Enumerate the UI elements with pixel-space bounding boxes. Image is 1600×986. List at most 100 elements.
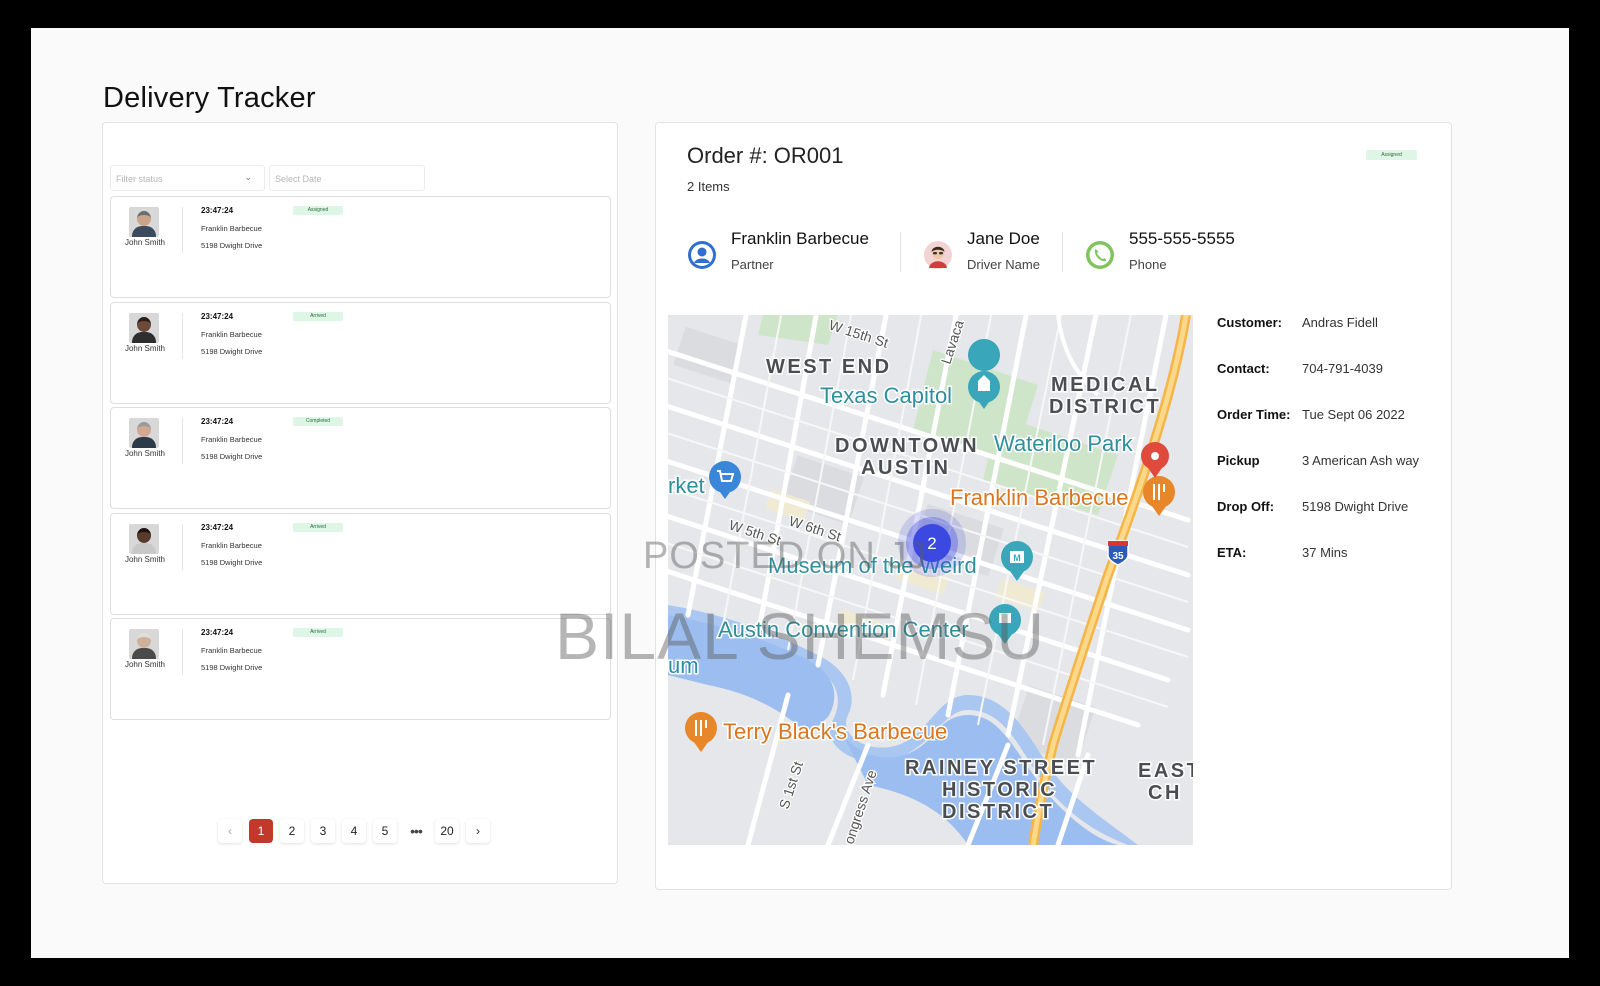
app-screen: Delivery Tracker Filter status ⌄ Select … [31,28,1569,958]
avatar-body [132,226,156,237]
map-label-rainey: RAINEY STREET [905,757,1097,779]
map-label-east: EAST [1138,760,1193,782]
order-card[interactable]: John Smith23:47:24Franklin Barbecue5198 … [110,196,611,298]
chevron-down-icon: ⌄ [244,172,252,183]
order-detail-panel: Order #: OR001 2 Items Assigned Franklin… [655,122,1452,890]
pagination-ellipsis[interactable]: ••• [404,819,428,843]
order-address: 5198 Dwight Drive [201,663,262,672]
phone-label: Phone [1129,257,1167,272]
page-title: Delivery Tracker [103,82,316,115]
divider [182,207,183,253]
page-button-5[interactable]: 5 [373,819,397,843]
driver-name: John Smith [123,660,167,669]
detail-value: Andras Fidell [1302,315,1378,330]
order-address: 5198 Dwight Drive [201,558,262,567]
avatar-head [137,422,151,437]
map-label-franklin: Franklin Barbecue [950,485,1129,510]
detail-value: 37 Mins [1302,545,1348,560]
driver-name: John Smith [123,344,167,353]
driver-avatar-icon [923,240,953,270]
status-badge: Arrived [293,312,343,321]
page-button-1[interactable]: 1 [249,819,273,843]
order-address: 5198 Dwight Drive [201,347,262,356]
status-badge: Arrived [293,628,343,637]
order-details-list: Customer: Andras Fidell Contact: 704-791… [1217,315,1447,591]
avatar-body [132,543,156,554]
map-label-downtown: DOWNTOWN [835,435,979,457]
order-time: 23:47:24 [201,312,233,321]
order-partner: Franklin Barbecue [201,224,262,233]
driver-avatar [129,629,159,659]
partner-name: Franklin Barbecue [731,229,869,249]
order-partner: Franklin Barbecue [201,541,262,550]
interstate-label: 35 [1112,551,1124,562]
driver-avatar [129,524,159,554]
page-button-3[interactable]: 3 [311,819,335,843]
divider [900,232,901,272]
map-label-market: rket [668,473,705,498]
map-label-terry: Terry Black's Barbecue [723,719,947,744]
order-partner: Franklin Barbecue [201,435,262,444]
page-button-4[interactable]: 4 [342,819,366,843]
order-card[interactable]: John Smith 23:47:24 Franklin Barbecue 5198 … [110,618,611,720]
order-info-row: Franklin Barbecue Partner Jane Doe Drive… [687,228,1427,278]
avatar-body [132,332,156,343]
order-partner: Franklin Barbecue [201,330,262,339]
next-page-button[interactable]: › [466,819,490,843]
status-badge: Assigned [1366,150,1417,160]
date-picker-input[interactable]: Select Date [269,165,425,191]
divider [182,418,183,464]
detail-label: Contact: [1217,361,1270,376]
order-address: 5198 Dwight Drive [201,241,262,250]
map-label-west-end: WEST END [766,356,892,378]
detail-value: 5198 Dwight Drive [1302,499,1408,514]
page-button-2[interactable]: 2 [280,819,304,843]
avatar-body [132,437,156,448]
cluster-count: 2 [927,534,936,553]
filter-status-placeholder: Filter status [116,174,163,184]
map-label-historic: HISTORIC [942,779,1057,801]
order-items-count: 2 Items [687,179,730,194]
detail-label: ETA: [1217,545,1246,560]
divider [182,629,183,675]
detail-label: Customer: [1217,315,1282,330]
watermark-line-2: BILAL SHEMSU [555,598,1045,674]
driver-avatar [129,207,159,237]
avatar-head [137,528,151,543]
filter-status-select[interactable]: Filter status ⌄ [110,165,265,191]
detail-label: Drop Off: [1217,499,1274,514]
order-time: 23:47:24 [201,628,233,637]
divider [1062,232,1063,272]
phone-icon [1085,240,1115,270]
prev-page-button[interactable]: ‹ [218,819,242,843]
interstate-shield-icon: 35 [1108,541,1128,565]
phone-number[interactable]: 555-555-5555 [1129,229,1235,249]
driver-label: Driver Name [967,257,1040,272]
date-placeholder: Select Date [275,174,322,184]
driver-name: John Smith [123,555,167,564]
map-label-texas-capitol: Texas Capitol [820,383,952,408]
order-address: 5198 Dwight Drive [201,452,262,461]
order-time: 23:47:24 [201,206,233,215]
detail-row-contact: Contact: 704-791-4039 [1217,361,1447,407]
status-badge: Assigned [293,206,343,215]
status-badge: Arrived [293,523,343,532]
order-partner: Franklin Barbecue [201,646,262,655]
orders-panel: Filter status ⌄ Select Date John Smith 23… [102,122,618,884]
avatar-head [137,317,151,332]
order-card[interactable]: John Smith23:47:24Franklin Barbecue5198 … [110,513,611,615]
order-card[interactable]: John Smith23:47:24Franklin Barbecue5198 … [110,407,611,509]
map-label-waterloo: Waterloo Park [994,431,1134,456]
status-badge: Completed [293,417,343,426]
page-button-last[interactable]: 20 [435,819,459,843]
detail-row-eta: ETA: 37 Mins [1217,545,1447,591]
detail-value: 704-791-4039 [1302,361,1383,376]
order-card[interactable]: John Smith 23:47:24 Franklin Barbecue 5198 … [110,302,611,404]
detail-row-pickup: Pickup 3 American Ash way [1217,453,1447,499]
delivery-map[interactable]: 35 WEST END MEDICAL DISTRICT DOWNTOWN AU… [668,315,1193,845]
driver-avatar [129,313,159,343]
order-list: John Smith 23:47:24 Franklin Barbecue 5198 … [110,196,611,724]
detail-value: 3 American Ash way [1302,453,1419,468]
avatar-head [137,633,151,648]
divider [182,313,183,359]
